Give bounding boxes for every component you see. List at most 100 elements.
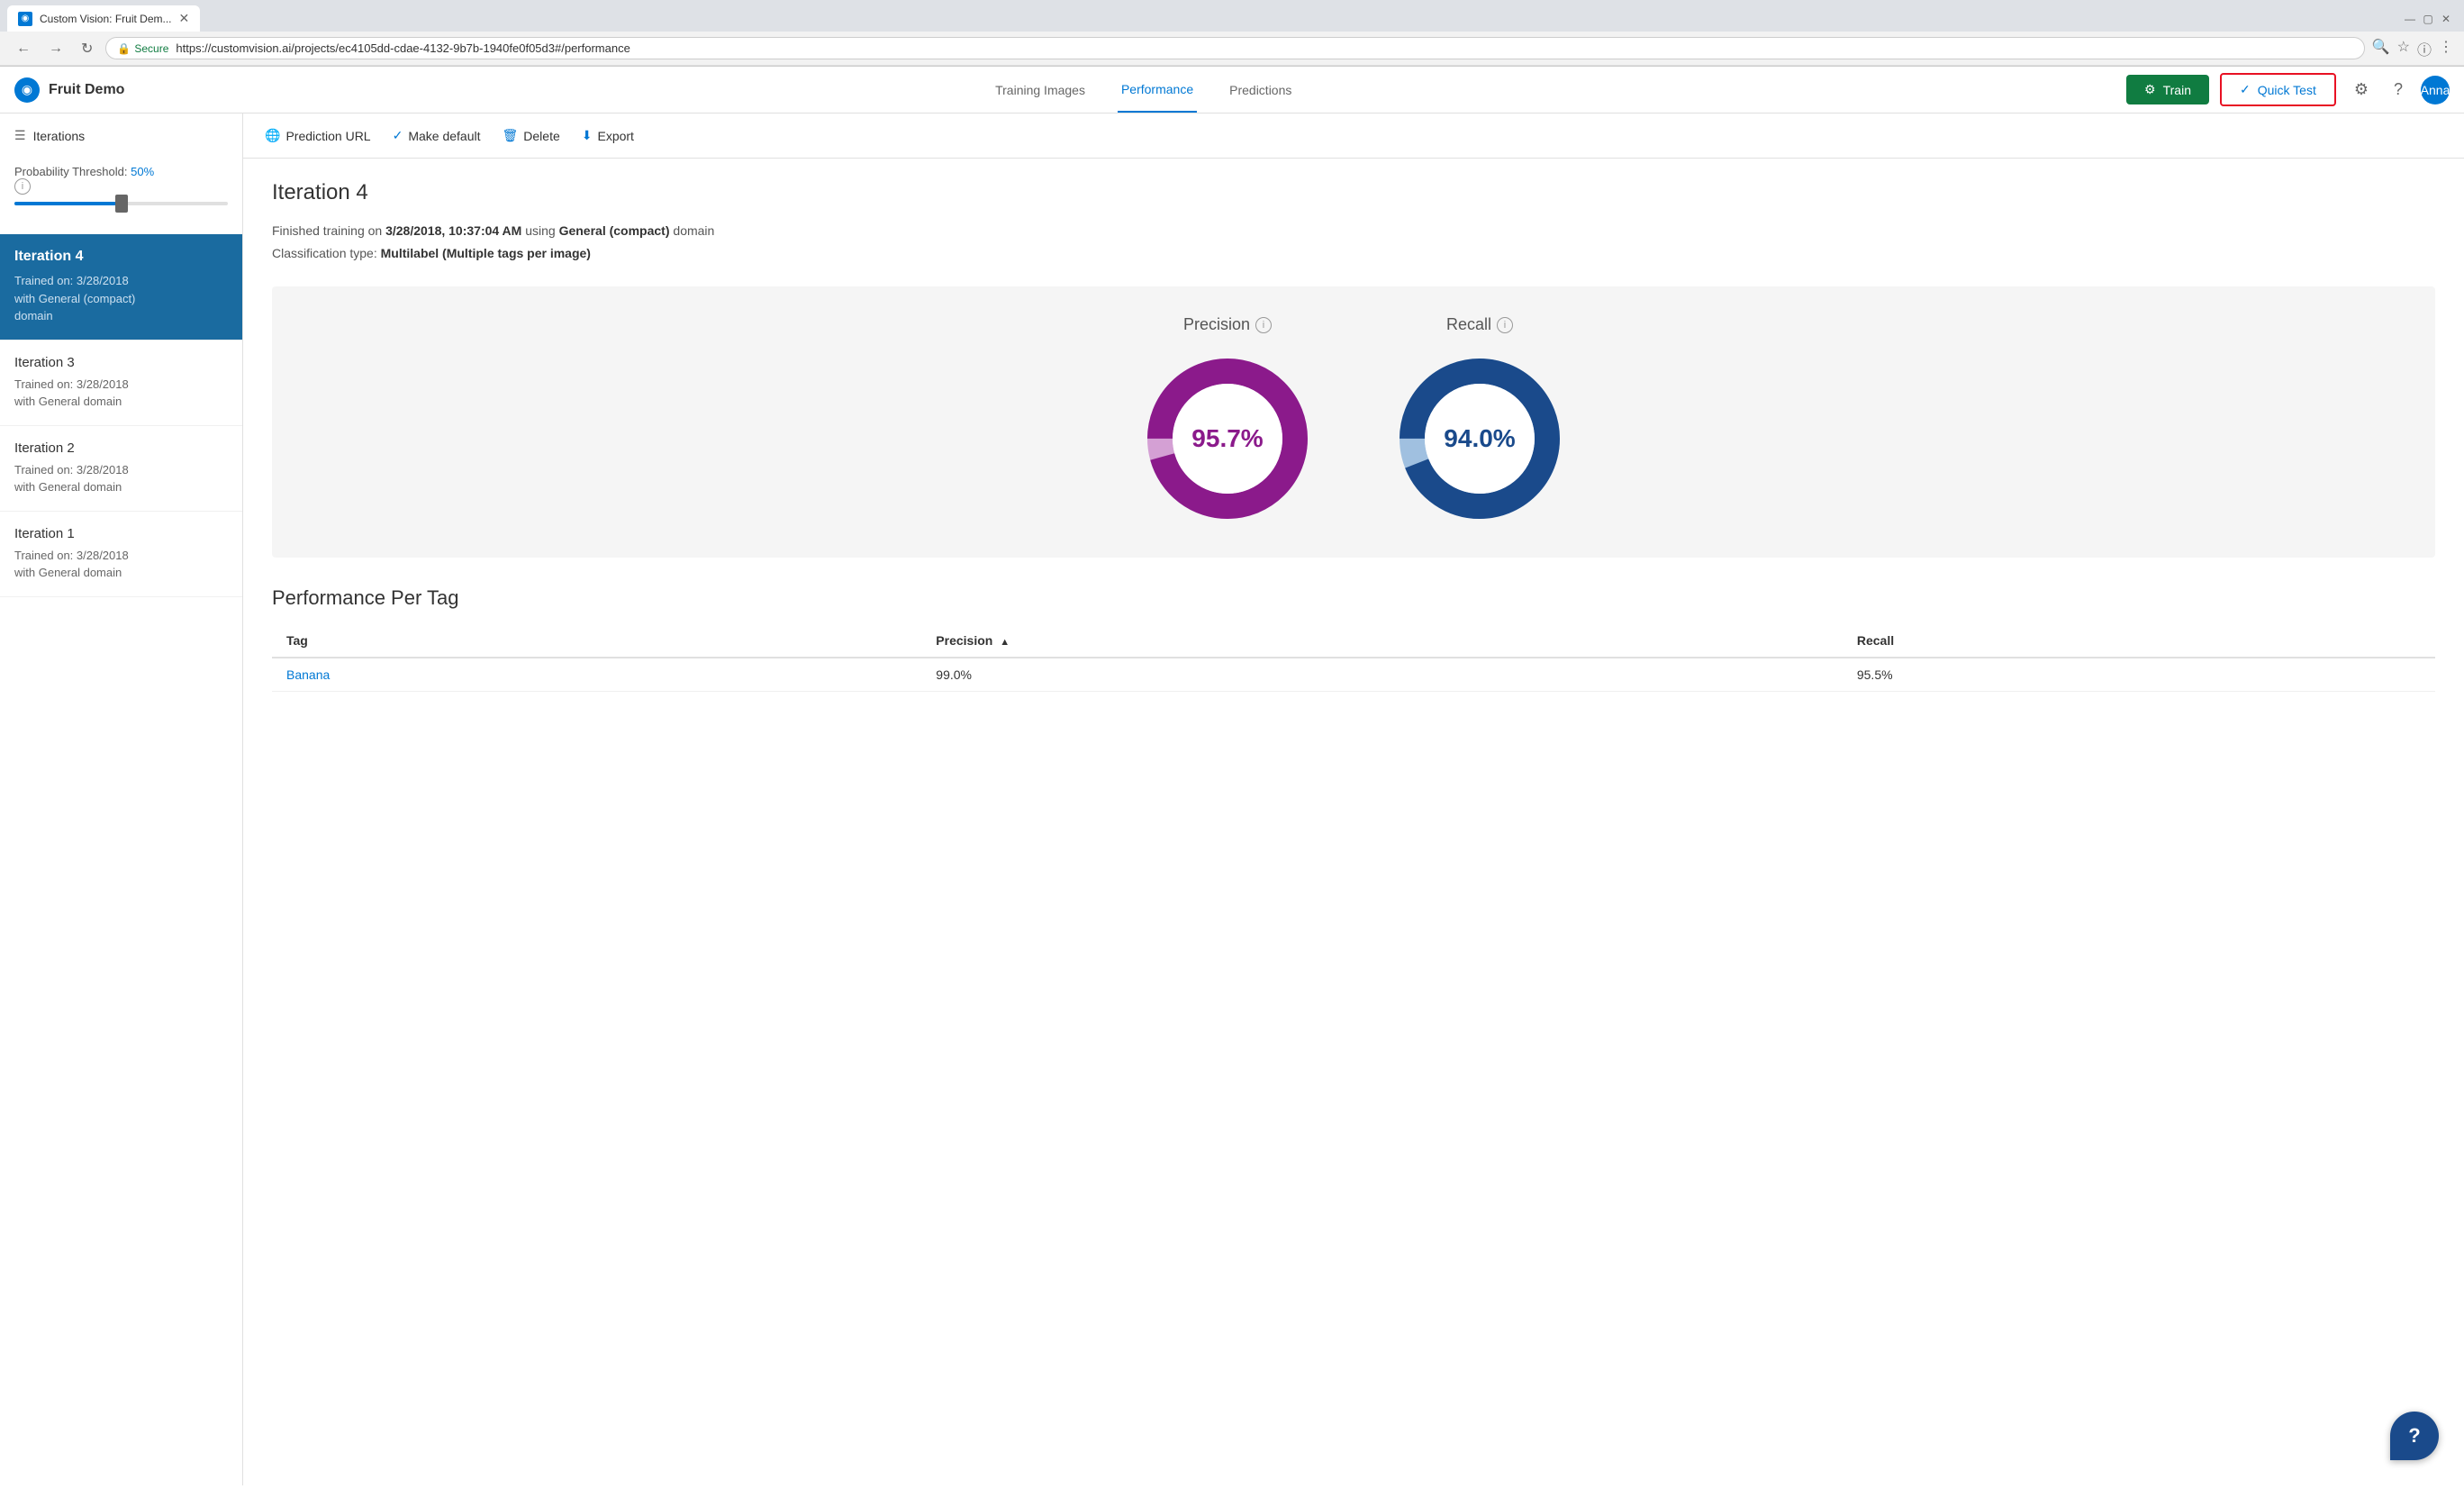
content-toolbar: 🌐 Prediction URL ✓ Make default 🗑 Delete… [243, 113, 2464, 159]
probability-slider[interactable] [14, 202, 228, 220]
iteration-3-detail: Trained on: 3/28/2018 with General domai… [14, 376, 228, 411]
precision-info-icon[interactable]: i [1255, 317, 1272, 333]
iteration-2-name: Iteration 2 [14, 440, 228, 456]
iteration-3-name: Iteration 3 [14, 355, 228, 370]
table-body: Banana 99.0% 95.5% [272, 658, 2435, 692]
delete-button[interactable]: 🗑 Delete [503, 124, 560, 147]
nav-training-images[interactable]: Training Images [992, 68, 1089, 112]
sort-ascending-icon[interactable]: ▲ [1000, 637, 1010, 648]
recall-label: Recall i [1446, 315, 1513, 334]
precision-donut: 95.7% [1137, 349, 1318, 529]
probability-section: Probability Threshold: 50% i [0, 158, 242, 234]
search-icon[interactable]: 🔍 [2372, 38, 2390, 59]
maximize-button[interactable]: ▢ [2421, 12, 2435, 26]
logo-icon: ◉ [14, 77, 40, 103]
iterations-label: Iterations [33, 129, 86, 143]
sidebar: ☰ Iterations Probability Threshold: 50% … [0, 113, 243, 1485]
address-actions: 🔍 ☆ ⓘ ⋮ [2372, 38, 2453, 59]
refresh-button[interactable]: ↻ [76, 38, 98, 59]
export-icon: ⬇ [582, 128, 593, 143]
iteration-2-item[interactable]: Iteration 2 Trained on: 3/28/2018 with G… [0, 426, 242, 512]
window-controls: — ▢ ✕ [2403, 12, 2457, 26]
precision-value: 95.7% [1191, 424, 1263, 452]
minimize-button[interactable]: — [2403, 12, 2417, 26]
app-name: Fruit Demo [49, 82, 124, 98]
logo-char: ◉ [22, 82, 32, 97]
avatar[interactable]: Anna [2421, 76, 2450, 104]
info-icon[interactable]: ⓘ [2417, 38, 2432, 59]
iteration-4-detail: Trained on: 3/28/2018 with General (comp… [14, 272, 228, 325]
make-default-label: Make default [408, 129, 480, 143]
active-tab[interactable]: ◉ Custom Vision: Fruit Dem... ✕ [7, 5, 200, 32]
iteration-4-name: Iteration 4 [14, 249, 228, 265]
recall-value-center: 94.0% [1444, 424, 1515, 453]
content-body: Iteration 4 Finished training on 3/28/20… [243, 159, 2464, 713]
checkmark-icon: ✓ [2240, 82, 2251, 97]
recall-donut: 94.0% [1390, 349, 1570, 529]
probability-value: 50% [131, 165, 154, 178]
domain-label: domain [673, 223, 714, 238]
training-date: 3/28/2018, 10:37:04 AM [385, 223, 521, 238]
iteration-title: Iteration 4 [272, 180, 2435, 205]
recall-info-icon[interactable]: i [1497, 317, 1513, 333]
banana-recall: 95.5% [1843, 658, 2435, 692]
iteration-1-detail: Trained on: 3/28/2018 with General domai… [14, 547, 228, 582]
table-header: Tag Precision ▲ Recall [272, 624, 2435, 658]
charts-section: Precision i 95.7% [272, 286, 2435, 558]
close-window-button[interactable]: ✕ [2439, 12, 2453, 26]
prediction-url-label: Prediction URL [285, 129, 370, 143]
slider-thumb[interactable] [115, 195, 128, 213]
nav-performance[interactable]: Performance [1118, 68, 1197, 113]
help-button[interactable]: ? [2390, 1412, 2439, 1460]
train-button[interactable]: ⚙ Train [2126, 75, 2209, 104]
iterations-icon: ☰ [14, 128, 26, 143]
forward-button[interactable]: → [43, 39, 68, 59]
slider-track [14, 202, 228, 205]
delete-icon: 🗑 [503, 128, 519, 143]
menu-icon[interactable]: ⋮ [2439, 38, 2453, 59]
quick-test-label: Quick Test [2258, 83, 2316, 97]
classification-type: Multilabel (Multiple tags per image) [381, 246, 591, 260]
export-button[interactable]: ⬇ Export [582, 124, 634, 147]
prediction-url-button[interactable]: 🌐 Prediction URL [265, 124, 371, 147]
precision-value-center: 95.7% [1191, 424, 1263, 453]
quick-test-button[interactable]: ✓ Quick Test [2220, 73, 2336, 106]
tab-title: Custom Vision: Fruit Dem... [40, 13, 171, 25]
sidebar-header: ☰ Iterations [0, 113, 242, 158]
secure-label: Secure [134, 42, 168, 55]
delete-label: Delete [523, 129, 559, 143]
content-area: 🌐 Prediction URL ✓ Make default 🗑 Delete… [243, 113, 2464, 1485]
settings-icon[interactable]: ⚙ [2347, 77, 2376, 103]
url-input[interactable]: 🔒 Secure https://customvision.ai/project… [105, 37, 2364, 59]
domain-name: General (compact) [559, 223, 670, 238]
train-label: Train [2163, 83, 2191, 97]
performance-table: Tag Precision ▲ Recall Banana 99.0% 95.5… [272, 624, 2435, 692]
tab-bar: ◉ Custom Vision: Fruit Dem... ✕ — ▢ ✕ [0, 0, 2464, 32]
tag-banana[interactable]: Banana [272, 658, 921, 692]
iteration-3-item[interactable]: Iteration 3 Trained on: 3/28/2018 with G… [0, 340, 242, 426]
slider-fill [14, 202, 122, 205]
header-nav: Training Images Performance Predictions [160, 68, 2126, 113]
main-layout: ☰ Iterations Probability Threshold: 50% … [0, 113, 2464, 1485]
bookmark-icon[interactable]: ☆ [2397, 38, 2410, 59]
probability-info-icon[interactable]: i [14, 178, 31, 195]
iteration-4-item[interactable]: Iteration 4 Trained on: 3/28/2018 with G… [0, 234, 242, 340]
tab-close-button[interactable]: ✕ [178, 11, 189, 26]
check-icon: ✓ [393, 128, 403, 143]
classification-label: Classification type: [272, 246, 377, 260]
perf-per-tag-title: Performance Per Tag [272, 586, 2435, 610]
banana-precision: 99.0% [921, 658, 1843, 692]
secure-icon: 🔒 Secure [117, 42, 168, 55]
help-icon[interactable]: ? [2387, 77, 2410, 103]
make-default-button[interactable]: ✓ Make default [393, 124, 481, 147]
recall-value: 94.0% [1444, 424, 1515, 452]
iteration-1-item[interactable]: Iteration 1 Trained on: 3/28/2018 with G… [0, 512, 242, 597]
browser-chrome: ◉ Custom Vision: Fruit Dem... ✕ — ▢ ✕ ← … [0, 0, 2464, 67]
col-precision: Precision ▲ [921, 624, 1843, 658]
back-button[interactable]: ← [11, 39, 36, 59]
globe-icon: 🌐 [265, 128, 280, 143]
nav-predictions[interactable]: Predictions [1226, 68, 1295, 112]
probability-label: Probability Threshold: 50% i [14, 165, 228, 195]
header-actions: ⚙ Train ✓ Quick Test ⚙ ? Anna [2126, 73, 2450, 106]
iteration-1-name: Iteration 1 [14, 526, 228, 541]
